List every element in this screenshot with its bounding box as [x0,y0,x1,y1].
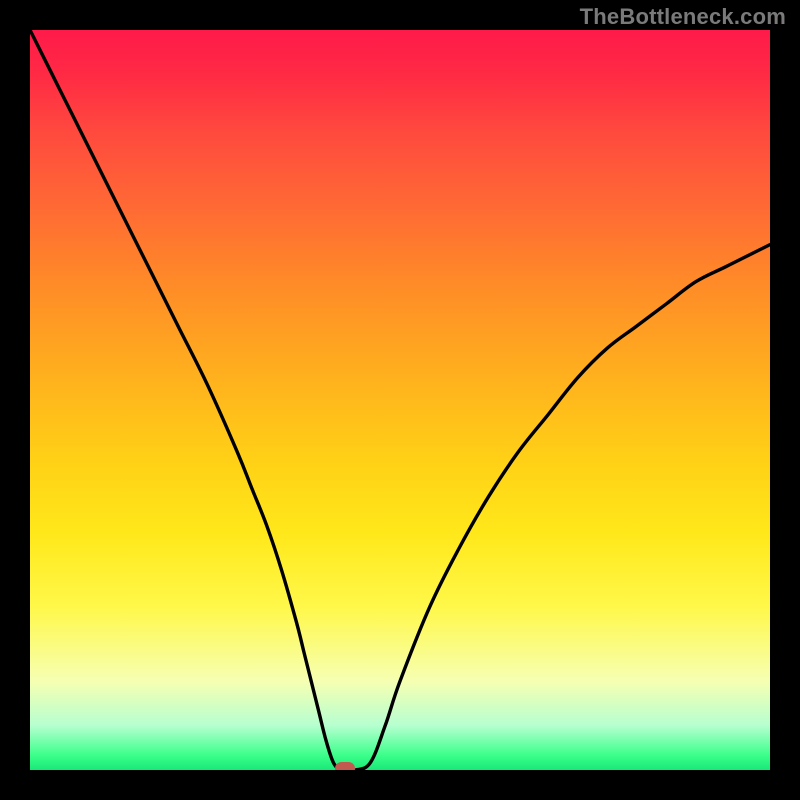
chart-frame: TheBottleneck.com [0,0,800,800]
plot-area [30,30,770,770]
optimal-point-marker [335,762,355,770]
watermark-text: TheBottleneck.com [580,4,786,30]
bottleneck-curve [30,30,770,770]
